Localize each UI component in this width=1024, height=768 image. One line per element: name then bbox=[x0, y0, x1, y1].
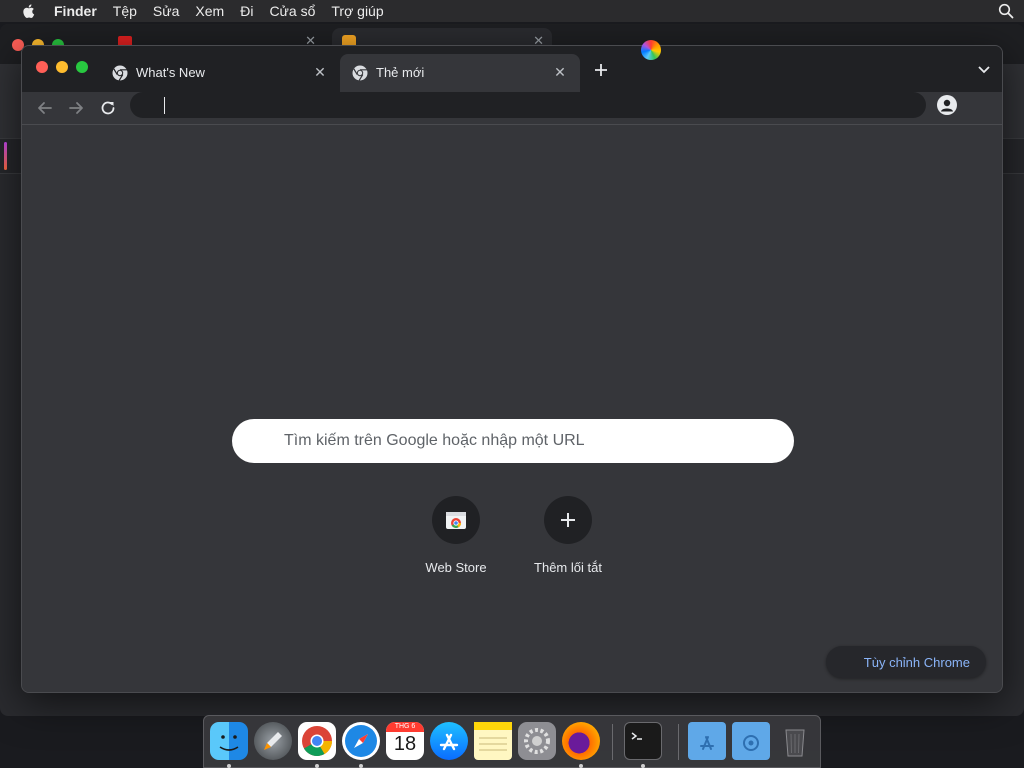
running-indicator bbox=[641, 764, 645, 768]
chrome-window: What's New ✕ Thẻ mới ✕ Tìm kiếm trên Goo… bbox=[21, 45, 1003, 693]
menu-edit[interactable]: Sửa bbox=[153, 3, 180, 19]
dock-separator bbox=[612, 724, 613, 760]
background-accent-bar bbox=[4, 142, 7, 170]
shortcut-label: Thêm lối tắt bbox=[534, 560, 602, 575]
calendar-month: THG 6 bbox=[386, 722, 424, 732]
running-indicator bbox=[315, 764, 319, 768]
close-window-button[interactable] bbox=[36, 61, 48, 73]
tab-search-chevron-down-icon[interactable] bbox=[976, 61, 992, 77]
menu-go[interactable]: Đi bbox=[240, 3, 253, 19]
menu-view[interactable]: Xem bbox=[195, 3, 224, 19]
spotlight-search-icon[interactable] bbox=[998, 3, 1014, 19]
plus-icon bbox=[595, 64, 607, 76]
profile-avatar-button[interactable] bbox=[937, 95, 957, 115]
shortcut-icon-circle bbox=[432, 496, 480, 544]
customize-chrome-button[interactable]: Tùy chỉnh Chrome bbox=[826, 646, 986, 678]
shortcut-icon-circle bbox=[544, 496, 592, 544]
apple-icon[interactable] bbox=[20, 2, 38, 20]
calendar-icon[interactable]: THG 6 18 bbox=[386, 722, 424, 760]
running-indicator bbox=[579, 764, 583, 768]
chrome-favicon-icon bbox=[352, 65, 368, 81]
minimize-window-button[interactable] bbox=[56, 61, 68, 73]
safari-icon[interactable] bbox=[342, 722, 380, 760]
address-bar-input[interactable] bbox=[130, 92, 926, 118]
text-cursor bbox=[164, 97, 165, 114]
terminal-icon[interactable] bbox=[624, 722, 662, 760]
tab-title: What's New bbox=[136, 65, 205, 80]
downloads-folder-icon[interactable] bbox=[732, 722, 770, 760]
new-tab-button[interactable] bbox=[590, 59, 612, 81]
customize-chrome-label: Tùy chỉnh Chrome bbox=[863, 654, 970, 670]
browser-toolbar bbox=[22, 92, 1002, 124]
firefox-icon[interactable] bbox=[562, 722, 600, 760]
chrome-favicon-icon bbox=[112, 65, 128, 81]
zoom-window-button[interactable] bbox=[76, 61, 88, 73]
back-arrow-icon[interactable] bbox=[34, 97, 56, 119]
app-store-icon[interactable] bbox=[430, 722, 468, 760]
launchpad-icon[interactable] bbox=[254, 722, 292, 760]
shortcut-add[interactable]: Thêm lối tắt bbox=[512, 496, 624, 586]
menu-window[interactable]: Cửa sổ bbox=[269, 3, 315, 19]
applications-folder-icon[interactable] bbox=[688, 722, 726, 760]
dock: THG 6 18 bbox=[203, 715, 821, 768]
finder-icon[interactable] bbox=[210, 722, 248, 760]
calendar-day: 18 bbox=[393, 733, 417, 755]
tab-close-icon[interactable]: ✕ bbox=[312, 64, 328, 80]
dock-separator bbox=[678, 724, 679, 760]
person-icon bbox=[941, 99, 953, 112]
shortcut-label: Web Store bbox=[425, 560, 487, 575]
plus-icon bbox=[561, 513, 575, 527]
web-store-icon bbox=[446, 512, 466, 529]
spinning-wait-cursor-icon bbox=[641, 40, 661, 60]
tab-whats-new[interactable]: What's New ✕ bbox=[100, 54, 340, 92]
menu-help[interactable]: Trợ giúp bbox=[331, 3, 383, 19]
shortcut-web-store[interactable]: Web Store bbox=[400, 496, 512, 586]
trash-icon[interactable] bbox=[776, 722, 814, 760]
tab-new-tab[interactable]: Thẻ mới ✕ bbox=[340, 54, 580, 92]
menu-app-name[interactable]: Finder bbox=[54, 3, 97, 19]
new-tab-page: Web Store Thêm lối tắt Tùy chỉnh Chrome bbox=[22, 125, 1002, 692]
running-indicator bbox=[227, 764, 231, 768]
tab-title: Thẻ mới bbox=[376, 65, 425, 80]
tab-close-icon[interactable]: ✕ bbox=[552, 64, 568, 80]
system-preferences-icon[interactable] bbox=[518, 722, 556, 760]
chrome-icon[interactable] bbox=[298, 722, 336, 760]
menu-bar: Finder Tệp Sửa Xem Đi Cửa sổ Trợ giúp bbox=[0, 0, 1024, 22]
notes-icon[interactable] bbox=[474, 722, 512, 760]
google-search-input[interactable] bbox=[232, 419, 794, 463]
reload-icon[interactable] bbox=[97, 97, 119, 119]
menu-file[interactable]: Tệp bbox=[113, 3, 137, 19]
tab-strip: What's New ✕ Thẻ mới ✕ bbox=[22, 46, 1002, 92]
running-indicator bbox=[359, 764, 363, 768]
forward-arrow-icon[interactable] bbox=[65, 97, 87, 119]
